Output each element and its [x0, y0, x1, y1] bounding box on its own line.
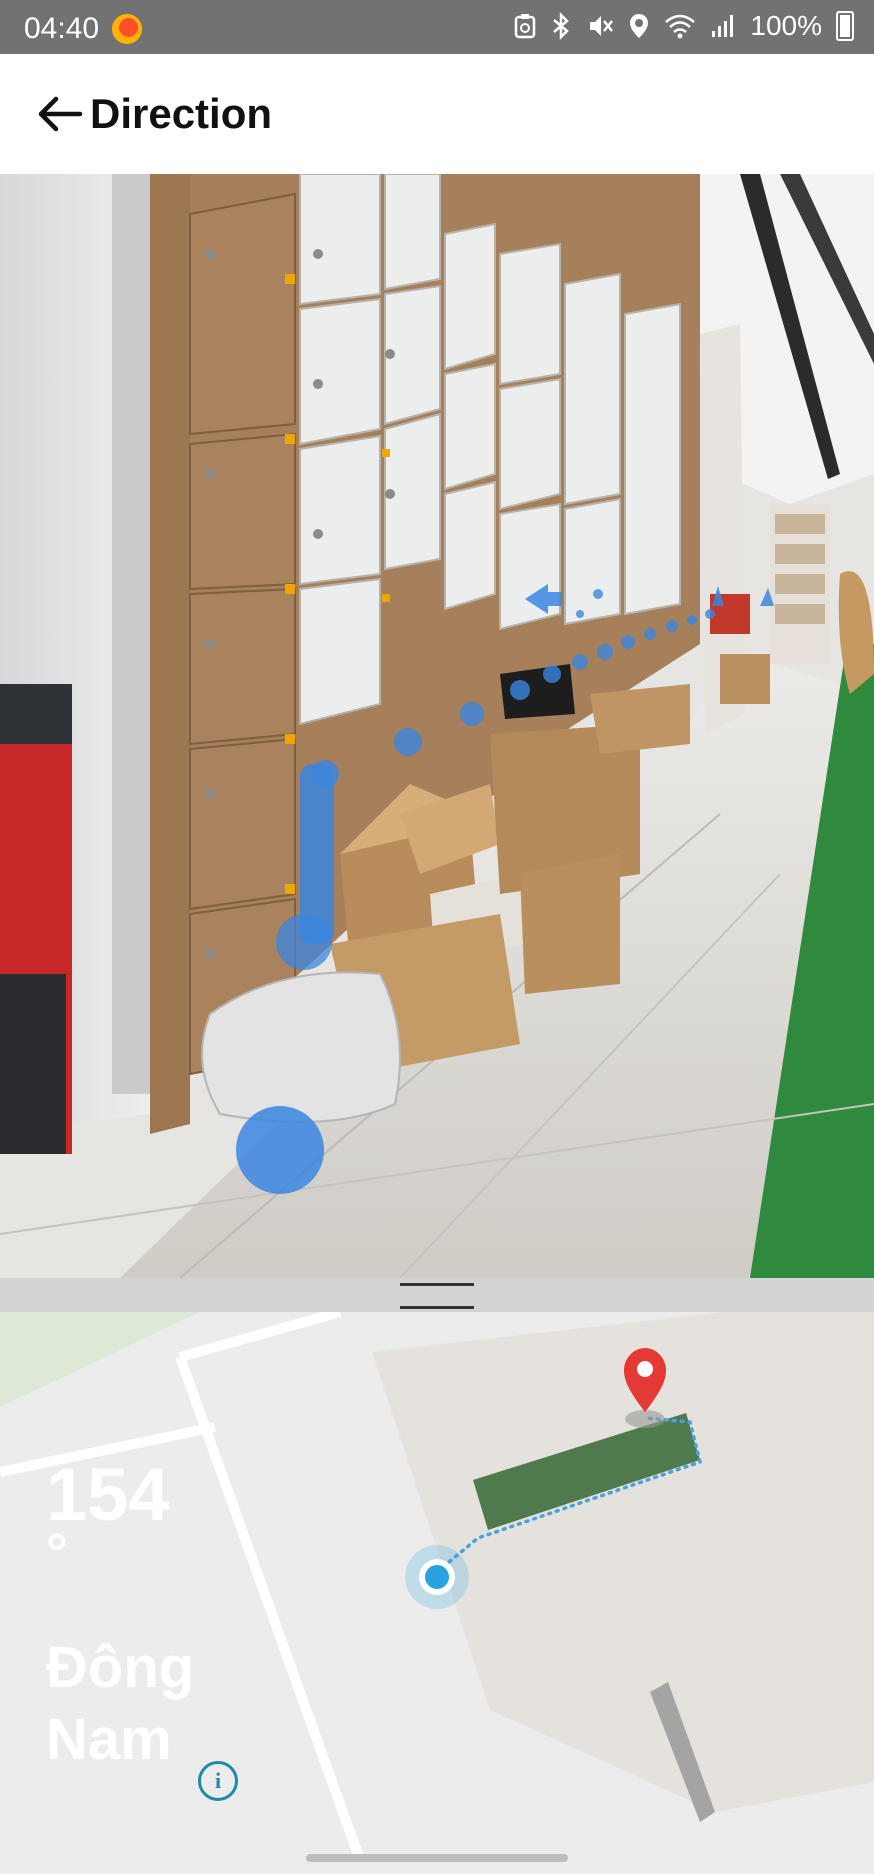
camera-scene — [0, 174, 874, 1278]
status-bar: 04:40 100% — [0, 0, 874, 54]
info-icon[interactable]: i — [198, 1761, 238, 1801]
ar-camera-view[interactable] — [0, 174, 874, 1278]
location-icon — [630, 14, 649, 38]
status-icons: 100% — [514, 10, 854, 42]
handle-line-bottom — [400, 1306, 474, 1309]
app-notification-icon — [112, 14, 142, 44]
indoor-map[interactable]: 154 ° Đông Nam — [0, 1312, 874, 1860]
wifi-icon — [665, 14, 696, 39]
screenshot-icon — [515, 14, 536, 39]
mute-icon — [590, 16, 614, 36]
map-canvas — [0, 1312, 874, 1860]
system-nav-bar — [0, 1860, 874, 1874]
destination-pin-icon[interactable] — [624, 1348, 666, 1428]
app-bar: Direction — [0, 54, 874, 174]
user-location-icon — [405, 1545, 469, 1609]
sheet-drag-handle[interactable] — [0, 1278, 874, 1312]
compass-degree-symbol: ° — [46, 1523, 68, 1583]
map-bottom-sheet: 154 ° Đông Nam i — [0, 1278, 874, 1874]
status-time: 04:40 — [24, 12, 100, 45]
bluetooth-icon — [553, 12, 570, 40]
signal-icon — [712, 15, 734, 37]
page-title: Direction — [90, 90, 273, 137]
handle-line-top — [400, 1283, 474, 1286]
back-arrow-icon[interactable] — [36, 94, 84, 134]
compass-direction-text: Đông Nam — [46, 1635, 195, 1772]
home-gesture-pill[interactable] — [306, 1854, 568, 1862]
battery-icon — [836, 11, 854, 41]
battery-percent: 100% — [750, 10, 822, 41]
